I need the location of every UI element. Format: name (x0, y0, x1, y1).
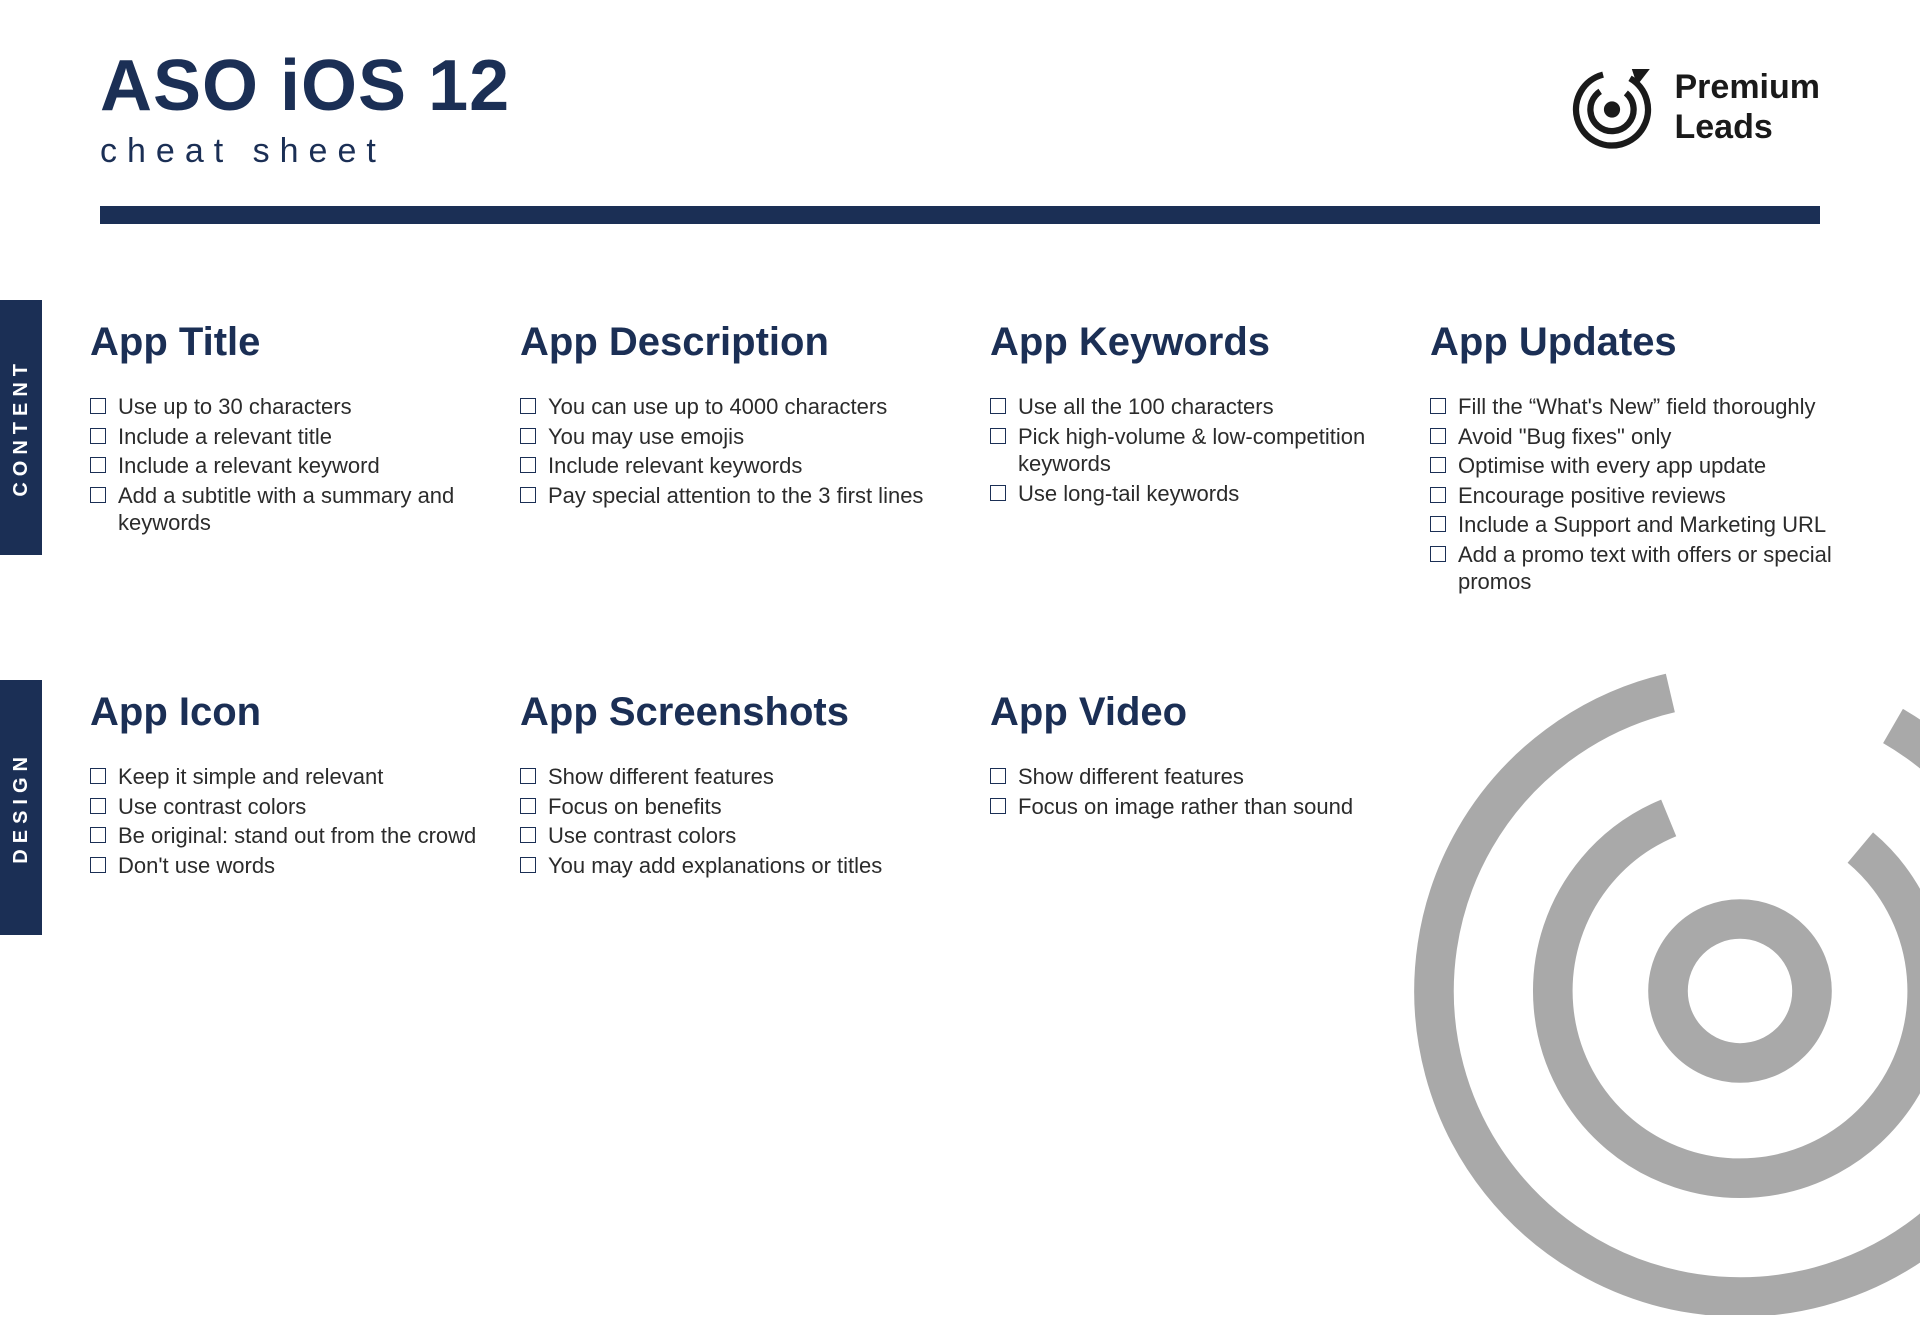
section-app-icon: App Icon Keep it simple and relevant Use… (90, 690, 520, 881)
side-tab-content-label: CONTENT (10, 358, 33, 497)
list-item: Pick high-volume & low-competition keywo… (990, 423, 1400, 478)
list-item: Avoid "Bug fixes" only (1430, 423, 1850, 451)
title-block: ASO iOS 12 cheat sheet (100, 50, 510, 171)
row-content: App Title Use up to 30 characters Includ… (90, 320, 1880, 598)
checklist: Fill the “What's New” field thoroughly A… (1430, 393, 1850, 596)
list-item: Optimise with every app update (1430, 452, 1850, 480)
row-design: App Icon Keep it simple and relevant Use… (90, 690, 1880, 881)
section-heading: App Icon (90, 690, 490, 735)
section-heading: App Keywords (990, 320, 1400, 365)
divider-bar (100, 206, 1820, 224)
header: ASO iOS 12 cheat sheet Premium Leads (0, 0, 1920, 171)
side-tab-design-label: DESIGN (10, 751, 33, 864)
checklist: Keep it simple and relevant Use contrast… (90, 763, 490, 879)
section-app-title: App Title Use up to 30 characters Includ… (90, 320, 520, 598)
list-item: Include a relevant title (90, 423, 490, 451)
section-heading: App Video (990, 690, 1400, 735)
list-item: Pay special attention to the 3 first lin… (520, 482, 960, 510)
section-app-keywords: App Keywords Use all the 100 characters … (990, 320, 1430, 598)
brand-name-line1: Premium (1675, 68, 1821, 107)
list-item: Use long-tail keywords (990, 480, 1400, 508)
brand-name-line2: Leads (1675, 108, 1821, 147)
target-arrow-icon (1567, 60, 1657, 155)
section-heading: App Title (90, 320, 490, 365)
section-heading: App Description (520, 320, 960, 365)
page-title: ASO iOS 12 (100, 50, 510, 122)
list-item: Include a relevant keyword (90, 452, 490, 480)
list-item: You may use emojis (520, 423, 960, 451)
list-item: Use contrast colors (520, 822, 960, 850)
checklist: Use up to 30 characters Include a releva… (90, 393, 490, 537)
list-item: Focus on image rather than sound (990, 793, 1400, 821)
section-app-video: App Video Show different features Focus … (990, 690, 1430, 881)
list-item: Use all the 100 characters (990, 393, 1400, 421)
list-item: Encourage positive reviews (1430, 482, 1850, 510)
list-item: Don't use words (90, 852, 490, 880)
list-item: Show different features (520, 763, 960, 791)
page-subtitle: cheat sheet (100, 132, 510, 171)
section-app-description: App Description You can use up to 4000 c… (520, 320, 990, 598)
checklist: You can use up to 4000 characters You ma… (520, 393, 960, 509)
list-item: Use contrast colors (90, 793, 490, 821)
checklist: Use all the 100 characters Pick high-vol… (990, 393, 1400, 507)
brand-logo: Premium Leads (1567, 60, 1821, 155)
side-tab-content: CONTENT (0, 300, 42, 555)
list-item: Fill the “What's New” field thoroughly (1430, 393, 1850, 421)
list-item: Show different features (990, 763, 1400, 791)
list-item: You can use up to 4000 characters (520, 393, 960, 421)
section-app-screenshots: App Screenshots Show different features … (520, 690, 990, 881)
list-item: Include relevant keywords (520, 452, 960, 480)
list-item: Add a promo text with offers or special … (1430, 541, 1850, 596)
list-item: Use up to 30 characters (90, 393, 490, 421)
section-heading: App Screenshots (520, 690, 960, 735)
list-item: Include a Support and Marketing URL (1430, 511, 1850, 539)
side-tab-design: DESIGN (0, 680, 42, 935)
section-heading: App Updates (1430, 320, 1850, 365)
section-app-updates: App Updates Fill the “What's New” field … (1430, 320, 1880, 598)
checklist: Show different features Focus on benefit… (520, 763, 960, 879)
checklist: Show different features Focus on image r… (990, 763, 1400, 820)
list-item: Keep it simple and relevant (90, 763, 490, 791)
section-empty (1430, 690, 1880, 881)
brand-name: Premium Leads (1675, 68, 1821, 146)
list-item: Be original: stand out from the crowd (90, 822, 490, 850)
list-item: Add a subtitle with a summary and keywor… (90, 482, 490, 537)
list-item: You may add explanations or titles (520, 852, 960, 880)
list-item: Focus on benefits (520, 793, 960, 821)
